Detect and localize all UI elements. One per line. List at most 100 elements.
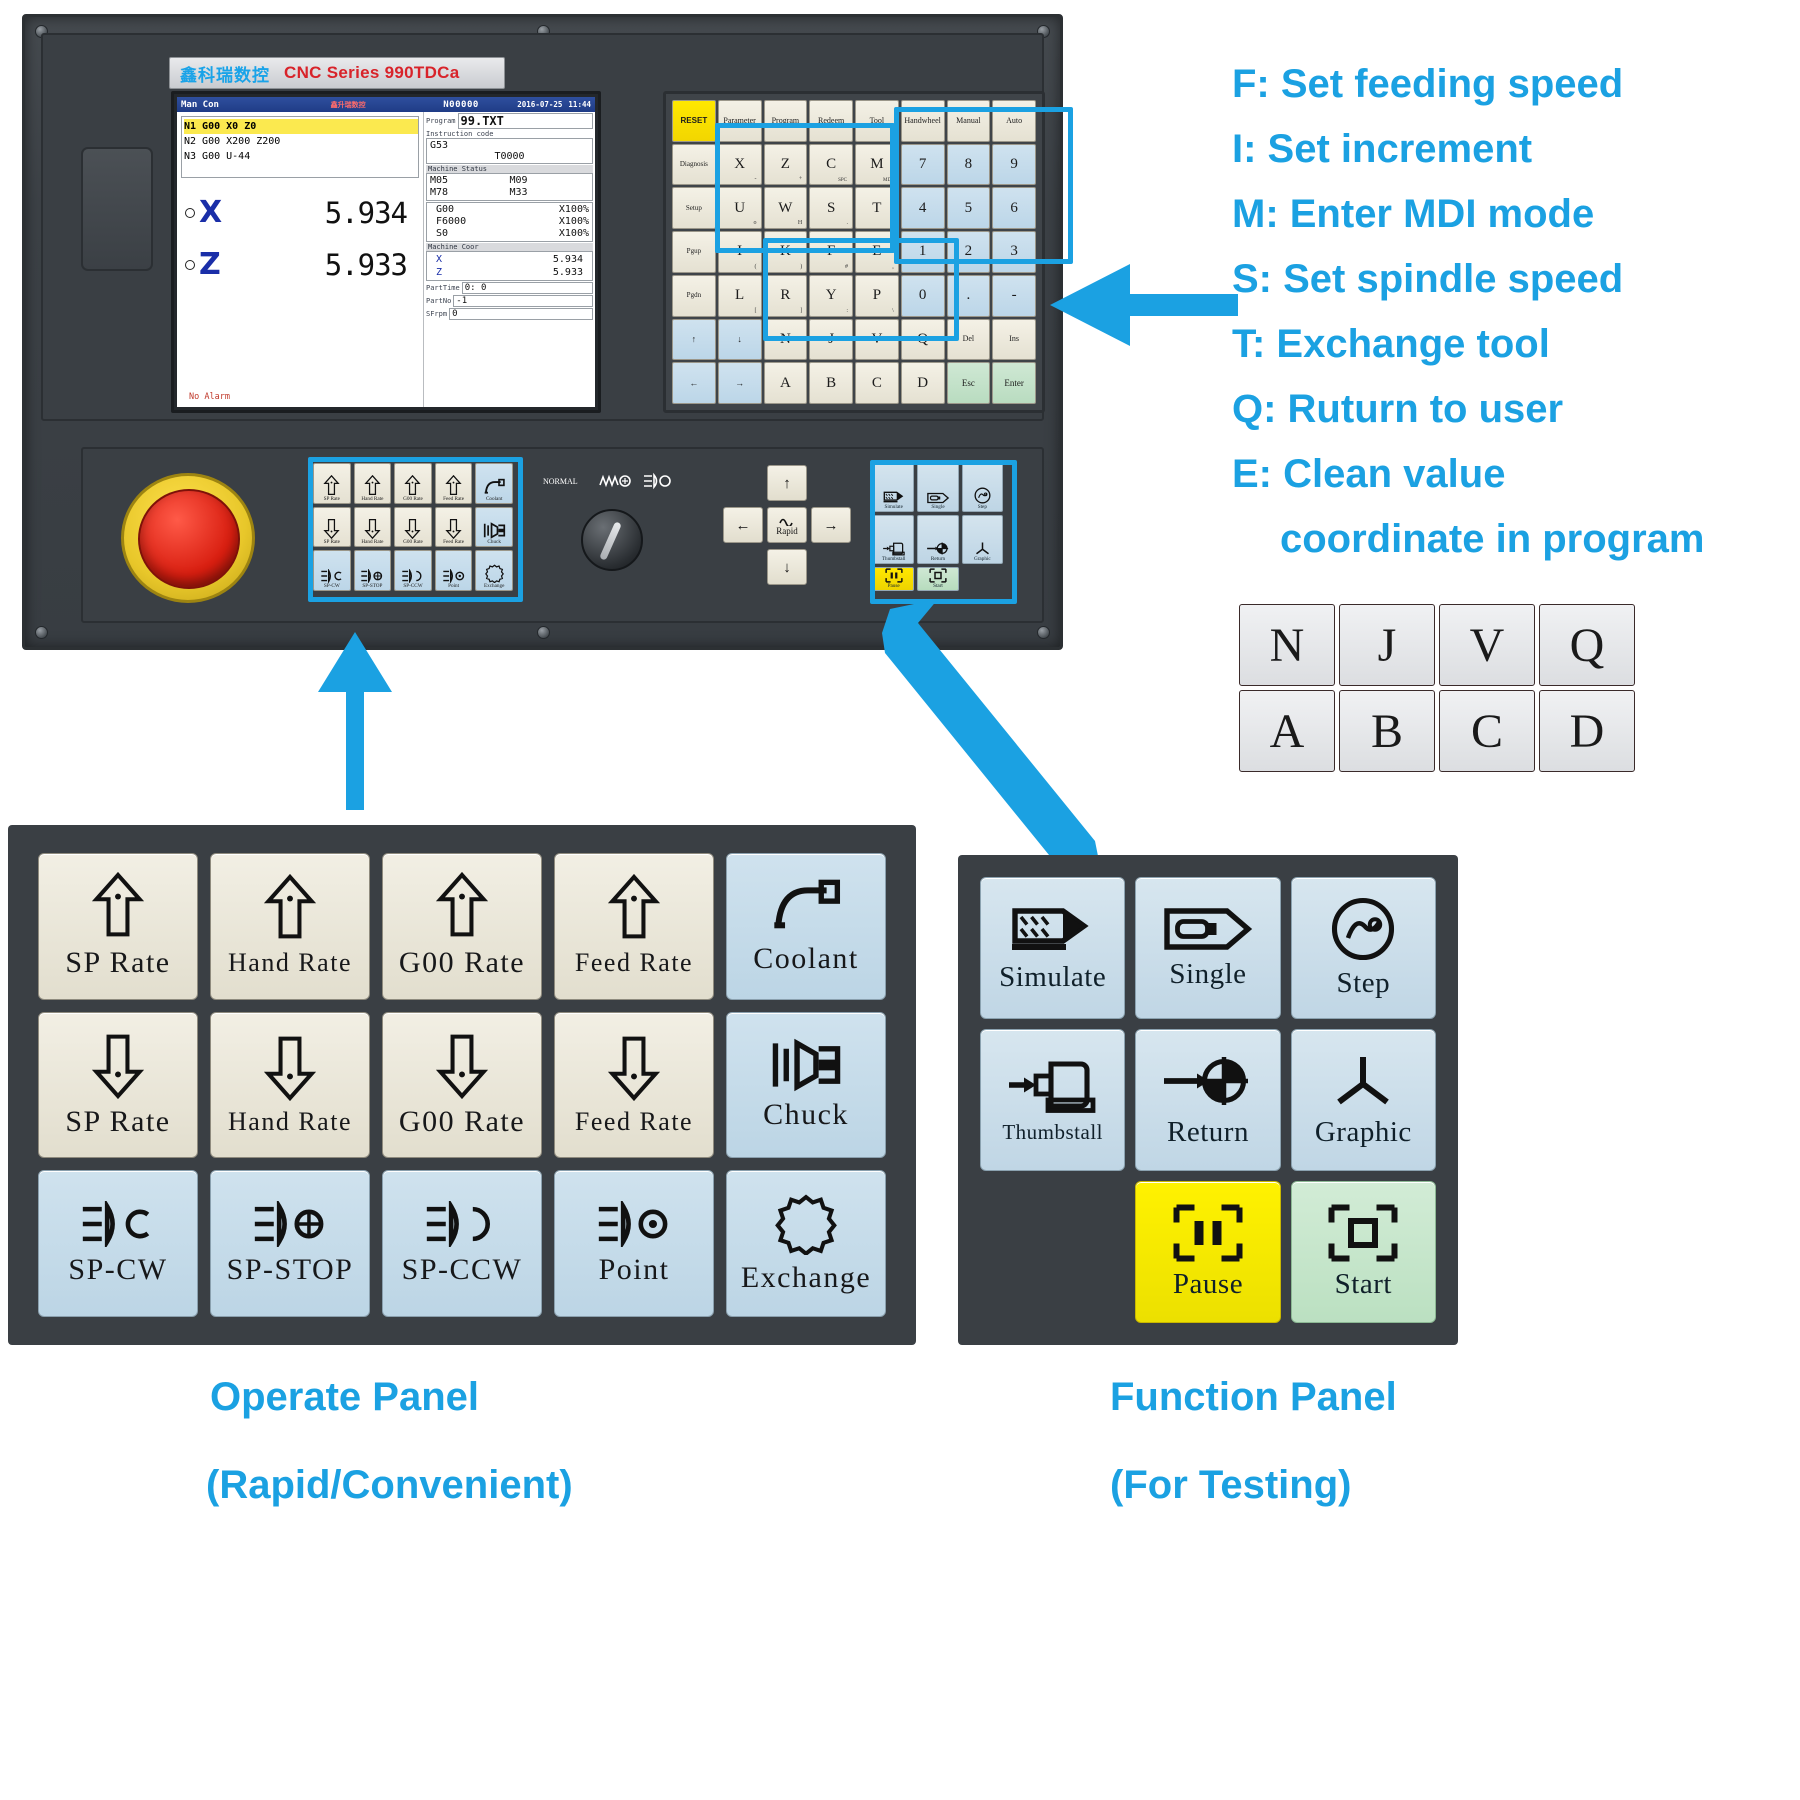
- operate-mini-sp-cw[interactable]: SP-CW: [313, 550, 351, 591]
- key-inset-cell[interactable]: C: [1439, 690, 1535, 772]
- keyboard-key-pgdn[interactable]: Pgdn: [672, 274, 716, 317]
- keyboard-key-s[interactable]: S.: [809, 187, 853, 230]
- function-button-step[interactable]: Step: [1290, 877, 1436, 1019]
- keyboard-key-6[interactable]: 6: [992, 187, 1036, 230]
- function-mini-thumbstall[interactable]: Thumbstall: [873, 515, 915, 564]
- operate-mini-g00-rate[interactable]: G00 Rate: [394, 506, 432, 548]
- operate-button-exchange[interactable]: Exchange: [726, 1170, 886, 1317]
- function-mini-pause[interactable]: Pause: [873, 567, 915, 591]
- keyboard-key-5[interactable]: 5: [946, 187, 991, 230]
- operate-mini-sp-rate[interactable]: SP Rate: [313, 506, 351, 548]
- keyboard-key-2[interactable]: 2: [946, 231, 991, 273]
- operate-button-sp-rate[interactable]: SP Rate: [38, 853, 198, 1000]
- operate-mini-feed-rate[interactable]: Feed Rate: [434, 463, 473, 504]
- rapid-button[interactable]: Rapid: [767, 507, 807, 543]
- function-mini-return[interactable]: Return: [917, 515, 959, 564]
- keyboard-key-tool[interactable]: Tool: [855, 100, 899, 142]
- keyboard-key-4[interactable]: 4: [900, 187, 945, 230]
- keyboard-key-t[interactable]: T-: [855, 187, 899, 230]
- function-mini-step[interactable]: Step: [961, 463, 1003, 512]
- key-inset-cell[interactable]: N: [1239, 604, 1335, 686]
- operate-mini-chuck[interactable]: Chuck: [475, 506, 513, 548]
- function-button-start[interactable]: Start: [1290, 1181, 1436, 1323]
- key-inset-cell[interactable]: A: [1239, 690, 1335, 772]
- keyboard-key-pgup[interactable]: Pgup: [672, 231, 716, 273]
- operate-button-sp-stop[interactable]: SP-STOP: [210, 1170, 370, 1317]
- keyboard-key-c[interactable]: C: [855, 362, 899, 404]
- function-button-return[interactable]: Return: [1135, 1029, 1281, 1171]
- operate-button-feed-rate[interactable]: Feed Rate: [554, 853, 714, 1000]
- keyboard-key-auto[interactable]: Auto: [992, 100, 1036, 142]
- keyboard-key--[interactable]: .: [946, 274, 991, 317]
- keyboard-key-7[interactable]: 7: [900, 143, 945, 186]
- keyboard-key-handwheel[interactable]: Handwheel: [900, 100, 945, 142]
- key-inset-cell[interactable]: V: [1439, 604, 1535, 686]
- operate-mini-sp-rate[interactable]: SP Rate: [313, 463, 351, 504]
- operate-button-feed-rate[interactable]: Feed Rate: [554, 1011, 714, 1159]
- keyboard-key-r[interactable]: R]: [763, 274, 808, 317]
- keyboard-key-del[interactable]: Del: [946, 318, 991, 361]
- operate-mini-sp-stop[interactable]: SP-STOP: [353, 550, 392, 591]
- jog-right-button[interactable]: →: [811, 507, 851, 543]
- keyboard-key-manual[interactable]: Manual: [946, 100, 991, 142]
- keyboard-key-c[interactable]: C SPC: [809, 143, 853, 186]
- operate-mini-coolant[interactable]: Coolant: [475, 463, 513, 504]
- key-inset-cell[interactable]: B: [1339, 690, 1435, 772]
- keyboard-key--[interactable]: ↓: [717, 318, 762, 361]
- keyboard-key-u[interactable]: Uo: [717, 187, 762, 230]
- keyboard-key-program[interactable]: Program: [763, 100, 808, 142]
- key-inset-cell[interactable]: J: [1339, 604, 1435, 686]
- function-button-single[interactable]: Single: [1135, 877, 1281, 1019]
- operate-button-sp-ccw[interactable]: SP-CCW: [382, 1170, 542, 1317]
- keyboard-key-y[interactable]: Y:: [809, 274, 853, 317]
- keyboard-key-d[interactable]: D: [900, 362, 945, 404]
- keyboard-key-n[interactable]: N: [763, 318, 808, 361]
- keyboard-key-v[interactable]: V: [855, 318, 899, 361]
- operate-button-hand-rate[interactable]: Hand Rate: [210, 853, 370, 1000]
- operate-button-coolant[interactable]: Coolant: [726, 853, 886, 1000]
- operate-button-chuck[interactable]: Chuck: [726, 1011, 886, 1159]
- keyboard-key--[interactable]: →: [717, 362, 762, 404]
- jog-left-button[interactable]: ←: [723, 507, 763, 543]
- function-button-simulate[interactable]: Simulate: [980, 877, 1126, 1019]
- keyboard-key-1[interactable]: 1: [900, 231, 945, 273]
- keyboard-key-reset[interactable]: RESET: [672, 100, 716, 142]
- keyboard-key-z[interactable]: Z +: [763, 143, 808, 186]
- keyboard-key-0[interactable]: 0: [900, 274, 945, 317]
- keyboard-key-f[interactable]: F #: [809, 231, 853, 273]
- keyboard-key-p[interactable]: P \: [855, 274, 899, 317]
- operate-button-sp-cw[interactable]: SP-CW: [38, 1170, 198, 1317]
- keyboard-key-8[interactable]: 8: [946, 143, 991, 186]
- keyboard-key-esc[interactable]: Esc: [946, 362, 991, 404]
- keyboard-key-e[interactable]: E,: [855, 231, 899, 273]
- operate-mini-exchange[interactable]: Exchange: [475, 550, 513, 591]
- operate-mini-feed-rate[interactable]: Feed Rate: [434, 506, 473, 548]
- keyboard-key-k[interactable]: K): [763, 231, 808, 273]
- function-button-thumbstall[interactable]: Thumbstall: [980, 1029, 1126, 1171]
- keyboard-key-i[interactable]: I(: [717, 231, 762, 273]
- keyboard-key-diagnosis[interactable]: Diagnosis: [672, 143, 716, 186]
- jog-up-button[interactable]: ↑: [767, 465, 807, 501]
- keyboard-key-q[interactable]: Q: [900, 318, 945, 361]
- keyboard-key-9[interactable]: 9: [992, 143, 1036, 186]
- function-button-pause[interactable]: Pause: [1135, 1181, 1281, 1323]
- operate-mini-point[interactable]: Point: [434, 550, 473, 591]
- keyboard-key-w[interactable]: WH: [763, 187, 808, 230]
- keyboard-key-l[interactable]: L[: [717, 274, 762, 317]
- keyboard-key-j[interactable]: J: [809, 318, 853, 361]
- jog-cluster[interactable]: ↑ ← Rapid → ↓: [723, 465, 851, 591]
- operate-button-point[interactable]: Point: [554, 1170, 714, 1317]
- emergency-stop-button[interactable]: [138, 489, 240, 589]
- function-panel-mini[interactable]: Simulate Single Step Thumbstall Return Graphi…: [873, 463, 1003, 591]
- mode-selector-knob[interactable]: [581, 509, 643, 571]
- keyboard-key-m[interactable]: M MDI: [855, 143, 899, 186]
- keyboard-key-b[interactable]: B: [809, 362, 853, 404]
- key-inset-cell[interactable]: Q: [1539, 604, 1635, 686]
- function-mini-single[interactable]: Single: [917, 463, 959, 512]
- operate-panel-mini[interactable]: SP Rate Hand Rate G00 Rate Feed Rate Coolant…: [313, 463, 513, 591]
- function-panel-grid[interactable]: Simulate Single Step Thumbstall Return Graphi…: [980, 877, 1436, 1323]
- keyboard-key-parameter[interactable]: Parameter: [717, 100, 762, 142]
- keyboard-key-a[interactable]: A: [763, 362, 808, 404]
- keyboard-key--[interactable]: ↑: [672, 318, 716, 361]
- function-mini-simulate[interactable]: Simulate: [873, 463, 915, 512]
